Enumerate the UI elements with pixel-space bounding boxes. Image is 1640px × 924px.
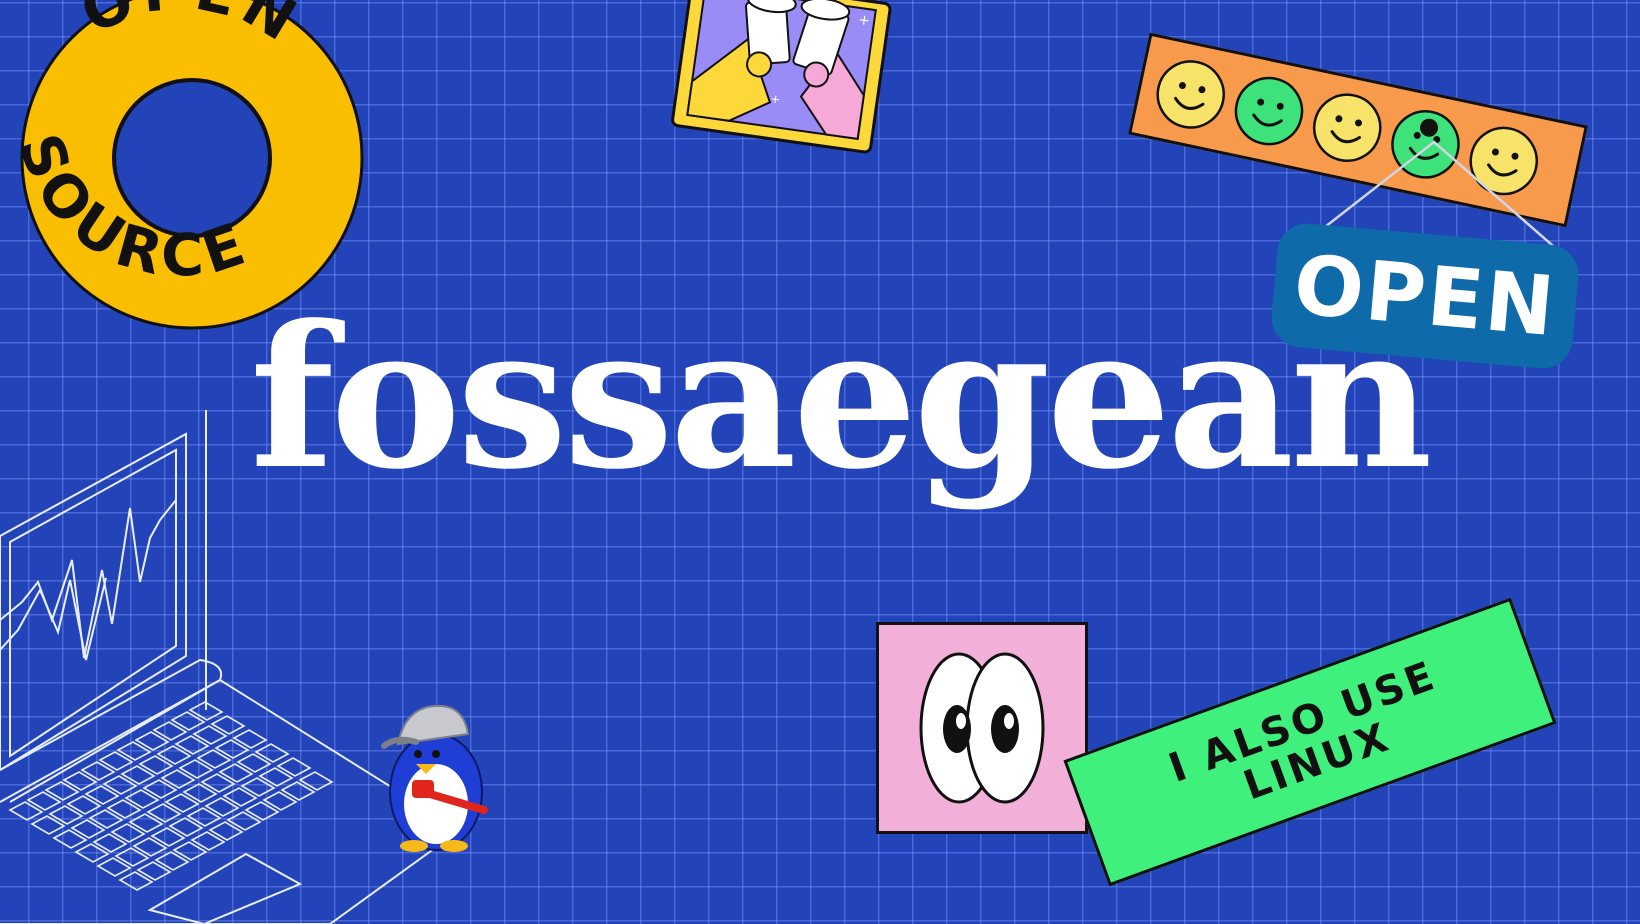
linux-tag-sticker: I ALSO USE LINUX <box>1063 597 1557 887</box>
tux-penguin-plumber-icon <box>381 704 488 852</box>
svg-text:+: + <box>770 91 782 106</box>
svg-text:+: + <box>857 12 871 29</box>
cheers-mugs-sticker: + + <box>671 0 892 154</box>
eyes-icon <box>919 652 1045 804</box>
banner-canvas: OPEN SOURCE + + <box>0 0 1640 924</box>
cartoon-eyes-sticker <box>876 622 1088 834</box>
wordmark-title: fossaegean <box>250 283 1433 513</box>
